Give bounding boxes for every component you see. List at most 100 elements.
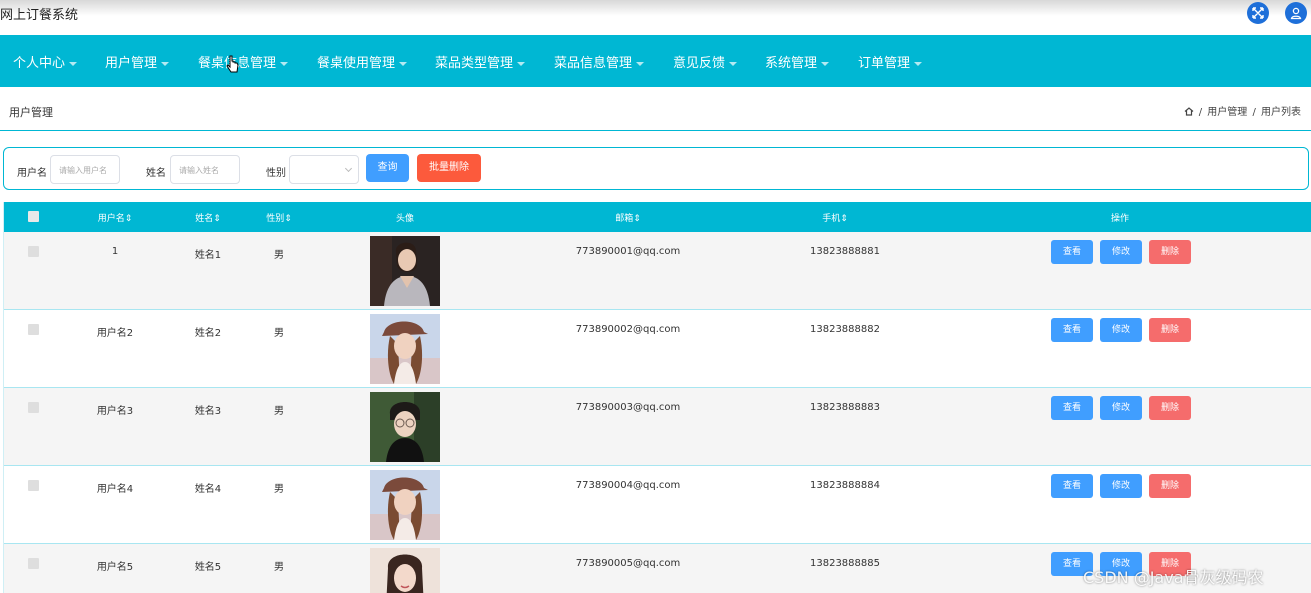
search-panel: 用户名 请输入用户名 姓名 请输入姓名 性别 查询 批量删除 [3,147,1309,190]
cell-name: 姓名5 [194,562,222,573]
cell-username: 用户名4 [96,484,134,495]
fullscreen-icon[interactable] [1247,2,1269,24]
nav-item-system[interactable]: 系统管理 [765,52,830,71]
edit-button[interactable]: 修改 [1100,474,1142,498]
cell-gender: 男 [274,484,284,495]
cell-gender: 男 [274,562,284,573]
cell-username: 用户名2 [96,328,134,339]
cell-phone: 13823888883 [810,402,880,413]
edit-button[interactable]: 修改 [1100,318,1142,342]
nav-item-feedback[interactable]: 意见反馈 [673,52,738,71]
avatar [370,314,440,384]
column-header-name[interactable]: 姓名⇕ [195,211,221,224]
username-search-input[interactable]: 请输入用户名 [50,155,120,184]
column-header-gender[interactable]: 性别⇕ [266,211,292,224]
row-checkbox[interactable] [28,402,39,413]
cell-username: 1 [111,246,119,257]
nav-item-user-management[interactable]: 用户管理 [105,52,170,71]
nav-item-table-info[interactable]: 餐桌信息管理 [198,52,289,71]
delete-button[interactable]: 删除 [1149,240,1191,264]
edit-button[interactable]: 修改 [1100,396,1142,420]
cell-phone: 13823888882 [810,324,880,335]
watermark: CSDN @Java骨灰级码农 [1083,568,1264,587]
woman-portrait-icon [370,548,440,593]
select-all-checkbox[interactable] [28,211,39,222]
breadcrumb-item-user-list: 用户列表 [1261,107,1301,118]
breadcrumb: / 用户管理 / 用户列表 [1184,103,1301,118]
breadcrumb-separator: / [1198,107,1203,118]
chevron-down-icon [161,61,170,66]
column-header-username[interactable]: 用户名⇕ [98,211,133,224]
table-row: 用户名4 姓名4 男 773890004@qq.com 13823888884 … [4,466,1311,544]
main-nav: 个人中心 用户管理 餐桌信息管理 餐桌使用管理 菜品类型管理 菜品信息管理 意见… [0,35,1311,87]
cell-name: 姓名3 [194,406,222,417]
breadcrumb-item-user-management[interactable]: 用户管理 [1207,107,1247,118]
table-row: 1 姓名1 男 773890001@qq.com 13823888881 查看 … [4,232,1311,310]
home-icon[interactable] [1184,107,1194,116]
avatar [370,470,440,540]
delete-button[interactable]: 删除 [1149,396,1191,420]
view-button[interactable]: 查看 [1051,396,1093,420]
row-checkbox[interactable] [28,246,39,257]
cell-gender: 男 [274,250,284,261]
nav-item-dish-info[interactable]: 菜品信息管理 [554,52,645,71]
query-button[interactable]: 查询 [366,154,409,182]
gender-select[interactable] [289,155,359,184]
name-search-input[interactable]: 请输入姓名 [170,155,240,184]
view-button[interactable]: 查看 [1051,474,1093,498]
avatar [370,548,440,593]
woman-portrait-icon [370,470,440,540]
table-row: 用户名3 姓名3 男 773890003@qq.com 13823888883 … [4,388,1311,466]
column-header-phone[interactable]: 手机⇕ [822,211,848,224]
chevron-down-icon [821,61,830,66]
avatar [370,392,440,462]
column-header-email[interactable]: 邮箱⇕ [615,211,641,224]
nav-item-dish-type[interactable]: 菜品类型管理 [435,52,526,71]
batch-delete-button[interactable]: 批量删除 [417,154,481,182]
cell-phone: 13823888881 [810,246,880,257]
cell-email: 773890003@qq.com [575,402,681,413]
chevron-down-icon [280,61,289,66]
breadcrumb-bar: 用户管理 / 用户管理 / 用户列表 [0,87,1311,131]
gender-label: 性别 [266,168,286,179]
cell-username: 用户名3 [96,406,134,417]
row-checkbox[interactable] [28,480,39,491]
column-header-avatar: 头像 [395,214,415,224]
sort-icon: ⇕ [284,214,292,224]
chevron-down-icon [636,61,645,66]
mouse-cursor-icon [226,55,239,73]
sort-icon: ⇕ [124,214,133,224]
row-checkbox[interactable] [28,324,39,335]
view-button[interactable]: 查看 [1051,318,1093,342]
name-label: 姓名 [146,168,166,179]
cell-name: 姓名1 [194,250,222,261]
nav-item-orders[interactable]: 订单管理 [858,52,923,71]
sort-icon: ⇕ [840,214,848,224]
row-checkbox[interactable] [28,558,39,569]
app-title: 网上订餐系统 [0,8,79,23]
cell-email: 773890002@qq.com [575,324,681,335]
breadcrumb-separator: / [1252,107,1256,118]
edit-button[interactable]: 修改 [1100,240,1142,264]
cell-email: 773890005@qq.com [575,558,681,569]
nav-item-personal-center[interactable]: 个人中心 [13,52,78,71]
cell-phone: 13823888885 [810,558,880,569]
delete-button[interactable]: 删除 [1149,474,1191,498]
cell-phone: 13823888884 [810,480,880,491]
man-portrait-icon [370,392,440,462]
view-button[interactable]: 查看 [1051,240,1093,264]
chevron-down-icon [344,164,353,173]
page-title: 用户管理 [9,106,53,119]
chevron-down-icon [399,61,408,66]
table-header: 用户名⇕ 姓名⇕ 性别⇕ 头像 邮箱⇕ 手机⇕ 操作 [4,202,1311,232]
user-icon[interactable] [1285,2,1307,24]
delete-button[interactable]: 删除 [1149,318,1191,342]
cell-gender: 男 [274,328,284,339]
chevron-down-icon [914,61,923,66]
title-bar: 网上订餐系统 [0,0,1311,35]
cell-username: 用户名5 [96,562,134,573]
username-label: 用户名 [17,168,47,179]
cell-name: 姓名4 [194,484,222,495]
nav-item-table-usage[interactable]: 餐桌使用管理 [317,52,408,71]
avatar [370,236,440,306]
